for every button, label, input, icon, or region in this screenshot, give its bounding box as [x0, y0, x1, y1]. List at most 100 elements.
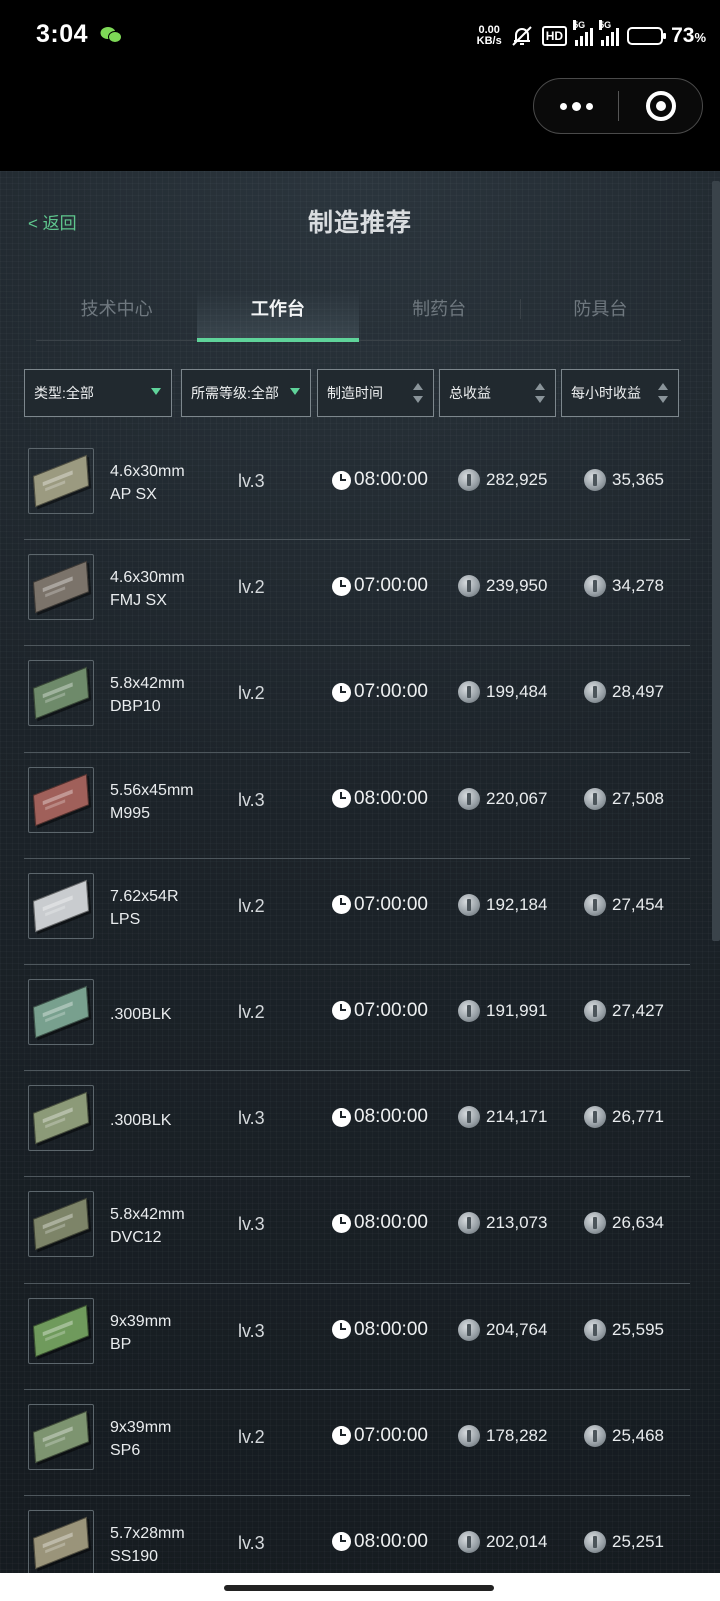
tab-workbench[interactable]: 工作台: [197, 289, 359, 342]
ammo-box-image: [28, 766, 94, 833]
ammo-box-icon: [32, 1091, 90, 1145]
system-nav-bar: [0, 1573, 720, 1601]
list-item[interactable]: .300BLK lv.2 07:00:00 191,991 27,427: [24, 965, 690, 1072]
level-filter-dropdown[interactable]: 所需等级:全部: [181, 369, 311, 417]
ammo-box-image: [28, 1509, 94, 1573]
item-name: 9x39mm BP: [110, 1312, 172, 1353]
coin-icon: [584, 1424, 606, 1447]
status-time: 3:04: [36, 20, 89, 48]
list-item[interactable]: 5.8x42mm DVC12 lv.3 08:00:00 213,073 26,…: [24, 1177, 690, 1284]
ammo-box-image: [28, 1403, 94, 1470]
coin-icon: [584, 1530, 606, 1553]
coin-icon: [458, 575, 480, 598]
item-name: 5.8x42mm DBP10: [110, 675, 185, 716]
ammo-box-icon: [32, 560, 90, 614]
coin-icon: [458, 1106, 480, 1129]
coin-icon: [584, 681, 606, 704]
coin-icon: [458, 893, 480, 916]
list-item[interactable]: 9x39mm BP lv.3 08:00:00 204,764 25,595: [24, 1284, 690, 1390]
battery-percent: 73%: [671, 24, 706, 47]
list-item[interactable]: 7.62x54R LPS lv.2 07:00:00 192,184 27,45…: [24, 859, 690, 965]
item-level: lv.2: [238, 683, 265, 704]
sort-hourly-profit[interactable]: 每小时收益: [561, 369, 679, 417]
coin-icon: [458, 1212, 480, 1235]
tab-tech-center[interactable]: 技术中心: [36, 289, 197, 340]
coin-icon: [458, 999, 480, 1022]
item-total-profit: 204,764: [458, 1318, 547, 1341]
item-hourly-profit: 25,251: [584, 1530, 664, 1553]
coin-icon: [584, 1106, 606, 1129]
item-craft-time: 07:00:00: [332, 894, 428, 916]
item-level: lv.3: [238, 1108, 265, 1129]
list-item[interactable]: 5.56x45mm M995 lv.3 08:00:00 220,067 27,…: [24, 753, 690, 859]
ammo-box-image: [28, 1085, 94, 1152]
signal-icon-sim1: 5G: [573, 20, 594, 46]
item-hourly-profit: 27,454: [584, 893, 664, 916]
item-craft-time: 07:00:00: [332, 575, 428, 597]
dropdown-arrow-icon: [290, 388, 300, 395]
item-craft-time: 08:00:00: [332, 1106, 428, 1128]
coin-icon: [458, 1530, 480, 1553]
home-indicator[interactable]: [224, 1585, 494, 1591]
page-content: < 返回 制造推荐 技术中心 工作台 制药台 防具台 类型:全部 所需等级:全部…: [0, 171, 720, 1573]
clock-icon: [332, 1426, 351, 1446]
coin-icon: [584, 469, 606, 491]
signal-icon-sim2: 5G: [599, 20, 620, 46]
wechat-icon: [100, 27, 122, 43]
item-name: 9x39mm SP6: [110, 1418, 172, 1459]
item-level: lv.2: [238, 577, 265, 598]
ammo-box-icon: [32, 667, 90, 720]
item-total-profit: 214,171: [458, 1106, 547, 1129]
sort-total-profit[interactable]: 总收益: [439, 369, 556, 417]
filter-bar: 类型:全部 所需等级:全部 制造时间 总收益 每小时收益: [24, 369, 680, 417]
item-level: lv.3: [238, 1320, 265, 1341]
ammo-box-image: [28, 872, 94, 939]
item-craft-time: 08:00:00: [332, 788, 428, 810]
more-dots-icon[interactable]: [534, 79, 618, 133]
coin-icon: [458, 1424, 480, 1447]
list-item[interactable]: 9x39mm SP6 lv.2 07:00:00 178,282 25,468: [24, 1390, 690, 1496]
item-total-profit: 239,950: [458, 575, 547, 598]
item-craft-time: 08:00:00: [332, 469, 428, 491]
clock-icon: [332, 470, 351, 490]
item-craft-time: 08:00:00: [332, 1212, 428, 1234]
target-close-icon[interactable]: [619, 91, 702, 121]
scrollbar[interactable]: [712, 181, 720, 941]
item-level: lv.3: [238, 789, 265, 810]
capsule-menu: [533, 78, 703, 134]
item-hourly-profit: 27,508: [584, 787, 664, 810]
item-hourly-profit: 34,278: [584, 575, 664, 598]
clock-icon: [332, 1532, 351, 1552]
sort-craft-time[interactable]: 制造时间: [317, 369, 434, 417]
coin-icon: [584, 893, 606, 916]
list-item[interactable]: .300BLK lv.3 08:00:00 214,171 26,771: [24, 1071, 690, 1178]
item-total-profit: 202,014: [458, 1530, 547, 1553]
item-craft-time: 08:00:00: [332, 1531, 428, 1553]
list-item[interactable]: 5.8x42mm DBP10 lv.2 07:00:00 199,484 28,…: [24, 646, 690, 753]
tab-pharmacy[interactable]: 制药台: [359, 289, 520, 340]
tab-armor[interactable]: 防具台: [520, 289, 681, 340]
net-speed: 0.00 KB/s: [476, 24, 502, 47]
ammo-box-image: [28, 1297, 94, 1364]
item-total-profit: 199,484: [458, 681, 547, 704]
list-item[interactable]: 4.6x30mm FMJ SX lv.2 07:00:00 239,950 34…: [24, 540, 690, 647]
coin-icon: [458, 1318, 480, 1341]
list-item[interactable]: 4.6x30mm AP SX lv.3 08:00:00 282,925 35,…: [24, 434, 690, 541]
status-icons: 0.00 KB/s HD 5G 5G 73%: [477, 20, 706, 52]
item-level: lv.2: [238, 895, 265, 916]
item-craft-time: 08:00:00: [332, 1319, 428, 1341]
type-filter-dropdown[interactable]: 类型:全部: [24, 369, 172, 417]
coin-icon: [458, 681, 480, 704]
item-total-profit: 213,073: [458, 1212, 547, 1235]
dropdown-arrow-icon: [151, 388, 161, 395]
clock-icon: [332, 1320, 351, 1339]
mini-program-bar: [0, 72, 720, 171]
sort-icon: [658, 383, 668, 403]
item-total-profit: 282,925: [458, 469, 547, 491]
item-total-profit: 178,282: [458, 1424, 547, 1447]
ammo-box-icon: [32, 454, 90, 508]
tab-divider: [520, 299, 521, 319]
item-hourly-profit: 26,634: [584, 1212, 664, 1235]
item-hourly-profit: 25,595: [584, 1318, 664, 1341]
list-item[interactable]: 5.7x28mm SS190 lv.3 08:00:00 202,014 25,…: [24, 1496, 690, 1573]
